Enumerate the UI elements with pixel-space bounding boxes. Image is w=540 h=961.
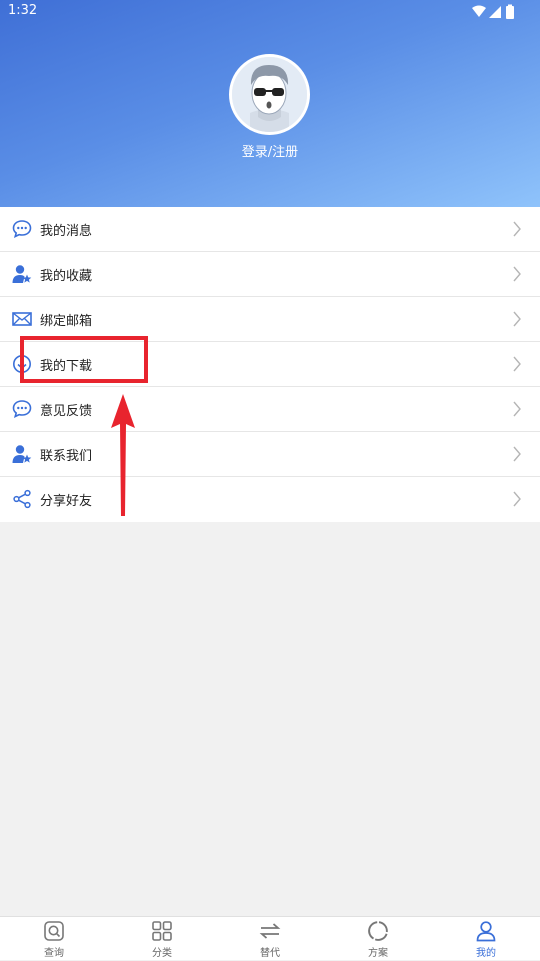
bottom-tab-bar: 查询 分类 替代 方案 我的 (0, 916, 540, 960)
share-icon (13, 489, 31, 509)
avatar[interactable] (229, 54, 310, 135)
status-time: 1:32 (8, 3, 38, 18)
person-icon (476, 921, 496, 942)
chevron-right-icon (513, 446, 521, 462)
tab-mine[interactable]: 我的 (432, 917, 540, 961)
chevron-right-icon (513, 221, 521, 237)
annotation-arrow-up-icon (111, 394, 135, 516)
circle-icon (368, 921, 388, 941)
menu-item-contact-us[interactable]: 联系我们 (0, 432, 540, 477)
tab-label: 方案 (368, 948, 388, 959)
tab-label: 查询 (44, 948, 64, 959)
swap-icon (259, 923, 281, 939)
wifi-icon (472, 5, 486, 17)
menu-item-favorites[interactable]: 我的收藏 (0, 252, 540, 297)
grid-icon (152, 921, 172, 941)
menu-item-share[interactable]: 分享好友 (0, 477, 540, 522)
search-icon (44, 921, 64, 941)
user-star-icon (12, 445, 32, 463)
chevron-right-icon (513, 356, 521, 372)
menu-item-label: 我的消息 (40, 224, 93, 239)
menu-item-feedback[interactable]: 意见反馈 (0, 387, 540, 432)
menu-item-label: 意见反馈 (40, 404, 93, 419)
menu-item-label: 联系我们 (40, 449, 93, 464)
tab-label: 分类 (152, 948, 172, 959)
menu-item-label: 绑定邮箱 (40, 314, 93, 329)
avatar-illustration (232, 57, 307, 132)
tab-replace[interactable]: 替代 (216, 917, 324, 961)
menu-item-label: 分享好友 (40, 494, 93, 509)
chevron-right-icon (513, 491, 521, 507)
user-star-icon (12, 265, 32, 283)
message-icon (12, 220, 32, 238)
menu-item-label: 我的收藏 (40, 269, 93, 284)
tab-label: 我的 (476, 948, 496, 959)
message-icon (12, 400, 32, 418)
profile-header: 1:32 登录/注册 (0, 0, 540, 207)
battery-icon (506, 6, 514, 19)
status-bar: 1:32 (0, 0, 540, 24)
tab-categories[interactable]: 分类 (108, 917, 216, 961)
chevron-right-icon (513, 311, 521, 327)
tab-label: 替代 (260, 948, 280, 959)
chevron-right-icon (513, 401, 521, 417)
chevron-right-icon (513, 266, 521, 282)
signal-icon (489, 6, 501, 18)
tab-solutions[interactable]: 方案 (324, 917, 432, 961)
tab-search[interactable]: 查询 (0, 917, 108, 961)
status-icons (472, 4, 514, 19)
highlight-box (20, 336, 148, 383)
login-register-link[interactable]: 登录/注册 (0, 141, 540, 160)
menu-item-messages[interactable]: 我的消息 (0, 207, 540, 252)
mail-icon (12, 312, 32, 326)
